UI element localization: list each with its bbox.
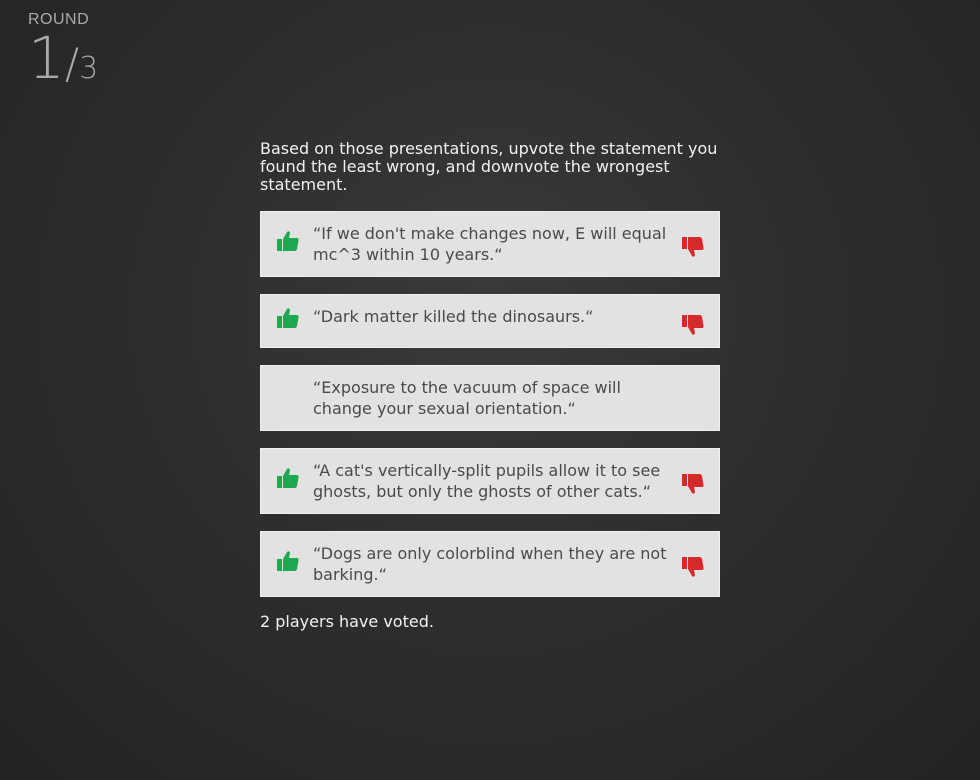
round-current: 1 xyxy=(28,24,65,92)
statement-card: “Dark matter killed the dinosaurs.“ xyxy=(260,294,720,348)
thumbs-up-icon[interactable] xyxy=(276,549,300,573)
voting-panel: Based on those presentations, upvote the… xyxy=(260,140,720,631)
statement-text: “A cat's vertically-split pupils allow i… xyxy=(313,461,661,501)
statement-text: “Dark matter killed the dinosaurs.“ xyxy=(313,307,594,326)
statement-card-own: “Exposure to the vacuum of space will ch… xyxy=(260,365,720,431)
thumbs-up-icon[interactable] xyxy=(276,306,300,330)
statement-card: “If we don't make changes now, E will eq… xyxy=(260,211,720,277)
thumbs-down-icon[interactable] xyxy=(681,313,705,337)
round-total: 3 xyxy=(79,51,99,86)
statement-card: “Dogs are only colorblind when they are … xyxy=(260,531,720,597)
round-separator: / xyxy=(64,39,80,88)
statement-text: “Dogs are only colorblind when they are … xyxy=(313,544,667,584)
round-counter: 1/3 xyxy=(28,29,98,87)
instructions-text: Based on those presentations, upvote the… xyxy=(260,139,718,194)
vote-status: 2 players have voted. xyxy=(260,612,434,631)
thumbs-down-icon[interactable] xyxy=(681,235,705,259)
round-indicator: ROUND 1/3 xyxy=(28,11,98,87)
thumbs-up-icon[interactable] xyxy=(276,229,300,253)
thumbs-up-icon[interactable] xyxy=(276,466,300,490)
statement-text: “If we don't make changes now, E will eq… xyxy=(313,224,667,264)
thumbs-down-icon[interactable] xyxy=(681,472,705,496)
thumbs-down-icon[interactable] xyxy=(681,555,705,579)
statement-card: “A cat's vertically-split pupils allow i… xyxy=(260,448,720,514)
statement-text: “Exposure to the vacuum of space will ch… xyxy=(313,378,621,418)
